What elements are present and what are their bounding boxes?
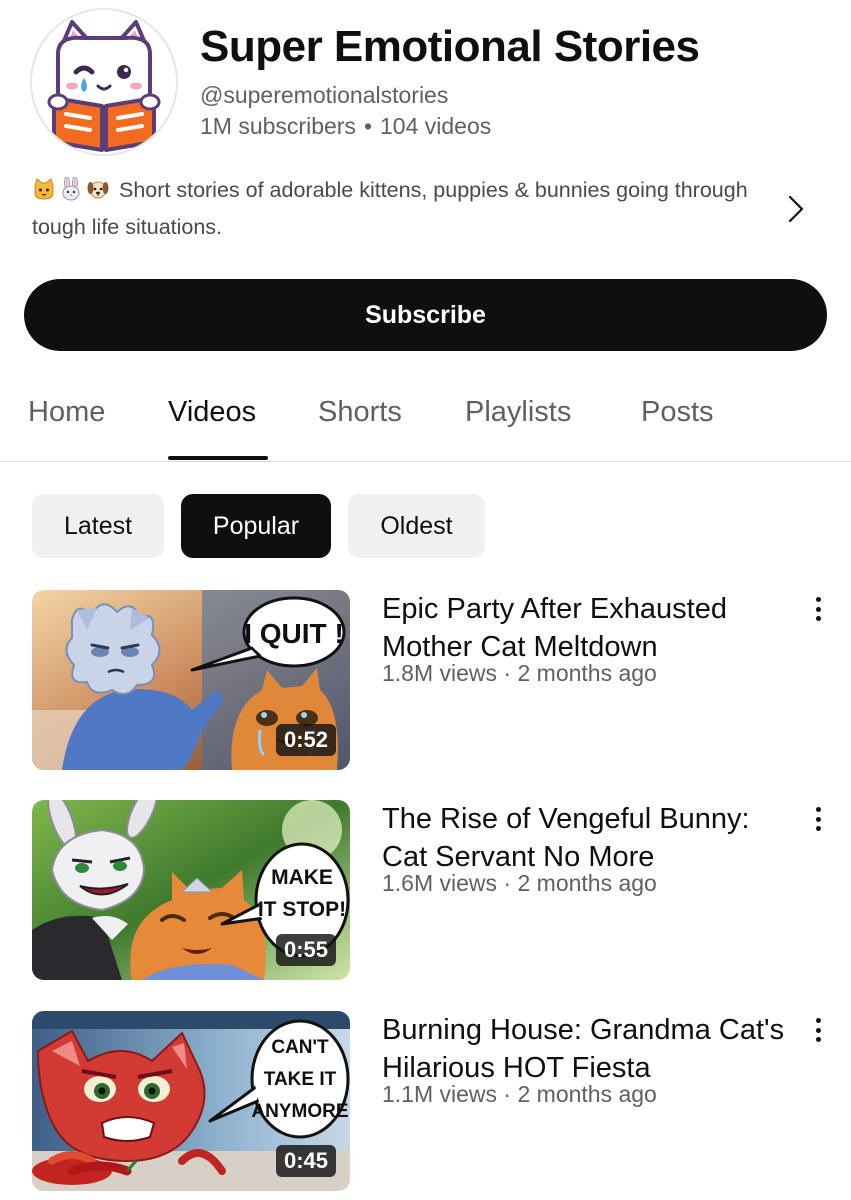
- crying-cat-reading-book-logo: [47, 20, 161, 152]
- thumbnail-bubble-text: TAKE IT: [264, 1069, 337, 1090]
- video-title[interactable]: The Rise of Vengeful Bunny: Cat Servant …: [382, 800, 787, 876]
- cat-face-icon: [34, 178, 54, 200]
- tab-posts[interactable]: Posts: [641, 396, 714, 429]
- channel-tabs: Home Videos Shorts Playlists Posts: [0, 380, 851, 462]
- video-meta: 1.6M views · 2 months ago: [382, 870, 657, 896]
- chevron-right-icon[interactable]: [785, 194, 807, 224]
- more-options-icon[interactable]: [808, 1015, 828, 1045]
- more-options-icon[interactable]: [808, 804, 828, 834]
- stats-separator: •: [363, 113, 372, 139]
- chip-latest[interactable]: Latest: [32, 494, 164, 558]
- video-count: 104 videos: [380, 113, 492, 139]
- subscriber-count: 1M subscribers: [200, 113, 356, 139]
- thumbnail-bubble-text: IT STOP!: [258, 898, 346, 921]
- tab-home[interactable]: Home: [28, 396, 105, 429]
- channel-handle: @superemotionalstories: [200, 82, 449, 108]
- video-thumbnail[interactable]: CAN'T TAKE IT ANYMORE 0:45: [32, 1011, 350, 1191]
- video-duration: 0:45: [275, 1145, 336, 1177]
- video-thumbnail[interactable]: I QUIT ! 0:52: [32, 590, 350, 770]
- channel-avatar[interactable]: [30, 8, 178, 156]
- video-item[interactable]: I QUIT ! 0:52 Epic Party After Exhausted…: [0, 590, 851, 780]
- video-item[interactable]: CAN'T TAKE IT ANYMORE 0:45 Burning House…: [0, 1011, 851, 1200]
- video-duration: 0:55: [275, 934, 336, 966]
- active-tab-indicator: [168, 456, 268, 460]
- more-options-icon[interactable]: [808, 594, 828, 624]
- chip-popular[interactable]: Popular: [181, 494, 331, 558]
- chip-oldest[interactable]: Oldest: [348, 494, 485, 558]
- rabbit-face-icon: [62, 177, 80, 201]
- thumbnail-bubble-text: MAKE: [271, 866, 333, 889]
- subscribe-button[interactable]: Subscribe: [24, 279, 827, 351]
- dog-face-icon: [87, 181, 109, 199]
- video-duration: 0:52: [275, 724, 336, 756]
- thumbnail-bubble-text: I QUIT !: [244, 618, 344, 649]
- tab-videos[interactable]: Videos: [168, 396, 256, 429]
- channel-name: Super Emotional Stories: [200, 22, 700, 71]
- channel-header: Super Emotional Stories @superemotionals…: [0, 0, 851, 160]
- thumbnail-bubble-text: ANYMORE: [251, 1101, 348, 1122]
- video-meta: 1.8M views · 2 months ago: [382, 660, 657, 686]
- thumbnail-bubble-text: CAN'T: [271, 1037, 329, 1058]
- video-title[interactable]: Burning House: Grandma Cat's Hilarious H…: [382, 1011, 787, 1087]
- video-title[interactable]: Epic Party After Exhausted Mother Cat Me…: [382, 590, 787, 666]
- channel-stats: 1M subscribers • 104 videos: [200, 113, 491, 140]
- video-thumbnail[interactable]: MAKE IT STOP! 0:55: [32, 800, 350, 980]
- video-meta: 1.1M views · 2 months ago: [382, 1081, 657, 1107]
- tab-shorts[interactable]: Shorts: [318, 396, 402, 429]
- description-text: Short stories of adorable kittens, puppi…: [32, 178, 748, 239]
- channel-description[interactable]: Short stories of adorable kittens, puppi…: [32, 172, 772, 246]
- video-item[interactable]: MAKE IT STOP! 0:55 The Rise of Vengeful …: [0, 800, 851, 990]
- tab-playlists[interactable]: Playlists: [465, 396, 571, 429]
